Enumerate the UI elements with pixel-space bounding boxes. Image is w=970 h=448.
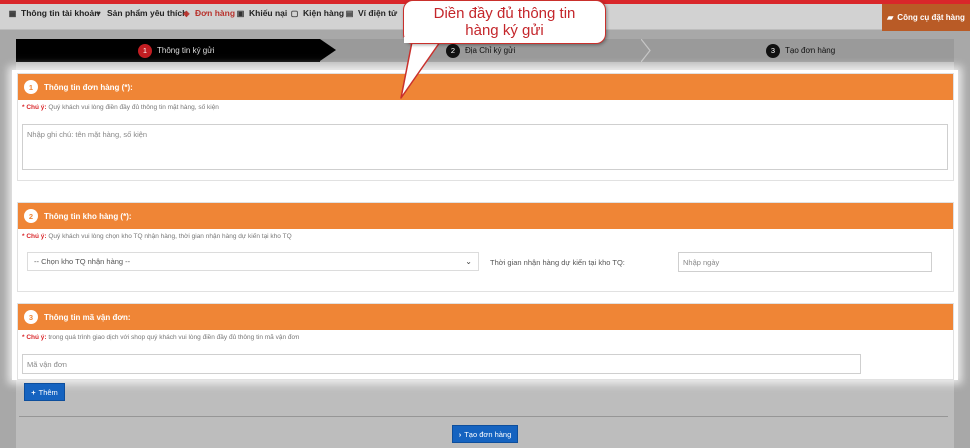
warehouse-panel: 2 Thông tin kho hàng (*): xyxy=(17,202,954,292)
complaint-icon: ▣ xyxy=(236,8,245,18)
tracking-note: * Chú ý: trong quá trình giao dịch với s… xyxy=(22,334,299,341)
nav-item-label: Kiện hàng xyxy=(303,8,345,18)
wallet-icon: ▤ xyxy=(345,8,354,18)
section-3-number: 3 xyxy=(24,310,38,324)
add-button-label: Thêm xyxy=(38,387,58,397)
note-text: Quý khách vui lòng điền đầy đủ thông tin… xyxy=(46,104,219,111)
heart-icon: ♥ xyxy=(96,8,101,18)
nav-item-orders[interactable]: ◈ Đơn hàng xyxy=(182,0,235,26)
step-2-label: Địa Chỉ ký gửi xyxy=(465,46,516,55)
step-1-number: 1 xyxy=(138,43,152,58)
order-info-note: * Chú ý: Quý khách vui lòng điền đầy đủ … xyxy=(22,104,219,111)
step-separator xyxy=(641,39,651,62)
orders-icon: ◈ xyxy=(183,8,190,18)
nav-item-label: Khiếu nại xyxy=(249,8,288,18)
order-info-title: Thông tin đơn hàng (*): xyxy=(44,82,133,92)
warehouse-note: * Chú ý: Quý khách vui lòng chọn kho TQ … xyxy=(22,233,292,240)
form-divider xyxy=(19,416,948,417)
note-prefix: * Chú ý: xyxy=(22,334,47,341)
expected-date-label: Thời gian nhận hàng dự kiến tại kho TQ: xyxy=(490,258,625,267)
warehouse-header: 2 Thông tin kho hàng (*): xyxy=(18,203,953,229)
step-1[interactable]: 1 Thông tin ký gửi xyxy=(138,39,214,62)
nav-item-complaints[interactable]: ▣ Khiếu nại xyxy=(236,0,288,26)
add-button[interactable]: + Thêm xyxy=(24,383,65,401)
tracking-code-input[interactable]: Mã vận đơn xyxy=(22,354,861,374)
nav-item-packages[interactable]: ▢ Kiện hàng xyxy=(290,0,344,26)
tracking-header: 3 Thông tin mã vận đơn: xyxy=(18,304,953,330)
order-tool-button[interactable]: ▰ Công cụ đặt hàng xyxy=(882,4,970,31)
callout-line-2: hàng ký gửi xyxy=(465,22,544,39)
nav-item-label: Đơn hàng xyxy=(195,8,236,18)
expected-date-input[interactable]: Nhập ngày xyxy=(678,252,932,272)
section-2-number: 2 xyxy=(24,209,38,223)
nav-item-account[interactable]: ▦ Thông tin tài khoản xyxy=(8,0,100,26)
warehouse-title: Thông tin kho hàng (*): xyxy=(44,211,132,221)
order-tool-label: Công cụ đặt hàng xyxy=(897,13,965,22)
step-active-arrow xyxy=(320,39,336,61)
step-1-label: Thông tin ký gửi xyxy=(157,46,215,55)
callout-line-1: Diền đầy đủ thông tin xyxy=(433,5,576,22)
nav-item-favorites[interactable]: ♥ Sản phẩm yêu thích xyxy=(94,0,187,26)
step-3-label: Tạo đơn hàng xyxy=(785,46,836,55)
nav-item-label: Ví điện tử xyxy=(358,8,398,18)
order-note-textarea[interactable]: Nhập ghi chú: tên mặt hàng, số kiện xyxy=(22,124,948,170)
chevron-right-icon: › xyxy=(458,429,462,439)
warehouse-select-value: -- Chọn kho TQ nhận hàng -- xyxy=(34,257,131,266)
create-order-button[interactable]: › Tạo đơn hàng xyxy=(452,425,518,443)
warehouse-select[interactable]: -- Chọn kho TQ nhận hàng -- ⌄ xyxy=(27,252,479,271)
plus-icon: + xyxy=(31,387,36,397)
callout-pointer xyxy=(400,41,441,99)
package-icon: ▢ xyxy=(290,8,299,18)
note-prefix: * Chú ý: xyxy=(22,233,47,240)
section-1-number: 1 xyxy=(24,80,38,94)
note-prefix: * Chú ý: xyxy=(22,104,47,111)
nav-item-label: Sản phẩm yêu thích xyxy=(107,8,188,18)
tracking-title: Thông tin mã vận đơn: xyxy=(44,312,131,322)
account-icon: ▦ xyxy=(8,8,17,18)
chevron-down-icon: ⌄ xyxy=(465,257,472,266)
step-3[interactable]: 3 Tạo đơn hàng xyxy=(766,39,835,62)
note-text: trong quá trình giao dịch với shop quý k… xyxy=(46,334,300,341)
cart-icon: ▰ xyxy=(887,13,894,22)
nav-item-wallet[interactable]: ▤ Ví điện tử xyxy=(345,0,398,26)
create-order-label: Tạo đơn hàng xyxy=(464,429,512,439)
callout-pointer-joint xyxy=(404,37,444,43)
nav-item-label: Thông tin tài khoản xyxy=(21,8,100,18)
step-3-number: 3 xyxy=(766,43,780,58)
order-info-header: 1 Thông tin đơn hàng (*): xyxy=(18,74,953,100)
note-text: Quý khách vui lòng chọn kho TQ nhận hàng… xyxy=(46,233,292,240)
